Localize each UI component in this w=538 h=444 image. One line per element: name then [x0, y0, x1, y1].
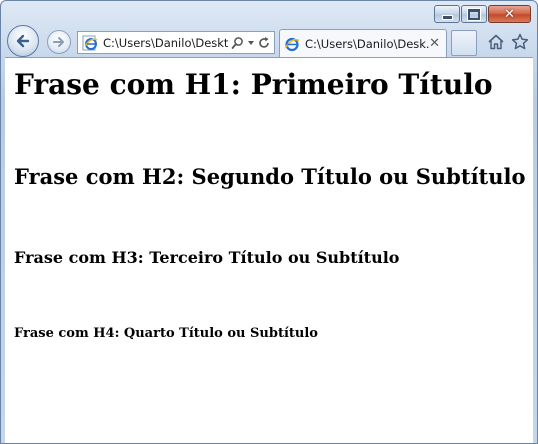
minimize-icon	[441, 14, 453, 20]
forward-button[interactable]	[47, 30, 71, 54]
page-content: Frase com H1: Primeiro Título Frase com …	[5, 57, 533, 443]
address-tools	[231, 36, 271, 50]
address-bar[interactable]: C:\Users\Danilo\Deskt	[77, 31, 275, 54]
close-window-button[interactable]: ✕	[488, 5, 531, 23]
ie-page-icon	[284, 37, 300, 51]
heading-h2: Frase com H2: Segundo Título ou Subtítul…	[14, 164, 526, 189]
maximize-button[interactable]	[461, 5, 487, 23]
dropdown-icon[interactable]	[247, 36, 255, 50]
close-icon: ✕	[504, 6, 515, 22]
browser-window: ✕ C:\Users\Danilo\Deskt C:\Users\Danilo\…	[0, 0, 538, 444]
new-tab-button[interactable]	[451, 30, 477, 56]
home-icon[interactable]	[487, 33, 505, 51]
window-caption-buttons: ✕	[434, 5, 531, 23]
maximize-icon	[468, 8, 480, 20]
search-icon[interactable]	[231, 36, 245, 50]
forward-arrow-icon	[53, 37, 64, 47]
heading-h3: Frase com H3: Terceiro Título ou Subtítu…	[14, 248, 400, 267]
heading-h1: Frase com H1: Primeiro Título	[14, 68, 493, 101]
close-icon[interactable]: ✕	[429, 36, 440, 51]
heading-h4: Frase com H4: Quarto Título ou Subtítulo	[14, 326, 318, 341]
minimize-button[interactable]	[434, 5, 460, 23]
tab-title: C:\Users\Danilo\Desk...	[305, 36, 430, 51]
tab-active[interactable]: C:\Users\Danilo\Desk... ✕	[279, 29, 447, 57]
refresh-icon[interactable]	[257, 36, 271, 50]
back-arrow-icon	[16, 34, 30, 48]
ie-page-icon	[82, 35, 98, 50]
address-url[interactable]: C:\Users\Danilo\Deskt	[103, 36, 231, 50]
star-icon[interactable]	[511, 33, 529, 51]
back-button[interactable]	[7, 25, 39, 57]
